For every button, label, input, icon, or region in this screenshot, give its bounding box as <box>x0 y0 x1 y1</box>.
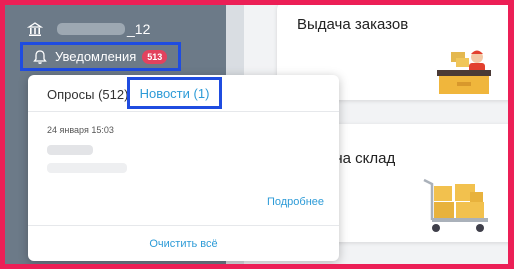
news-text-redacted <box>47 163 127 173</box>
clear-all-button[interactable]: Очистить всё <box>28 238 339 250</box>
notifications-menu-item[interactable]: Уведомления 513 <box>20 42 181 71</box>
user-row[interactable]: _12 <box>27 19 150 39</box>
more-link[interactable]: Подробнее <box>267 196 324 208</box>
tab-news-label: Новости (1) <box>139 85 210 101</box>
user-name-redacted <box>57 23 125 35</box>
screenshot-frame: _12 Уведомления 513 Выдача заказов вка н… <box>0 0 514 269</box>
divider <box>28 225 339 226</box>
app-window: _12 Уведомления 513 Выдача заказов вка н… <box>5 5 508 264</box>
notifications-count-badge: 513 <box>142 49 168 64</box>
notifications-dropdown: Опросы (512) Новости (1) 24 января 15:03… <box>28 75 339 261</box>
card-title: Выдача заказов <box>297 16 409 33</box>
news-title-redacted <box>47 145 93 155</box>
notification-tabs: Опросы (512) Новости (1) <box>28 75 339 112</box>
news-date: 24 января 15:03 <box>47 125 114 135</box>
cashier-icon <box>437 50 491 94</box>
bell-icon <box>33 49 47 64</box>
user-name-suffix: _12 <box>127 21 151 37</box>
notifications-label: Уведомления <box>55 49 137 64</box>
bank-icon <box>27 22 43 36</box>
tab-news[interactable]: Новости (1) <box>127 77 222 109</box>
tab-polls[interactable]: Опросы (512) <box>47 87 128 102</box>
cart-boxes-icon <box>423 178 488 232</box>
